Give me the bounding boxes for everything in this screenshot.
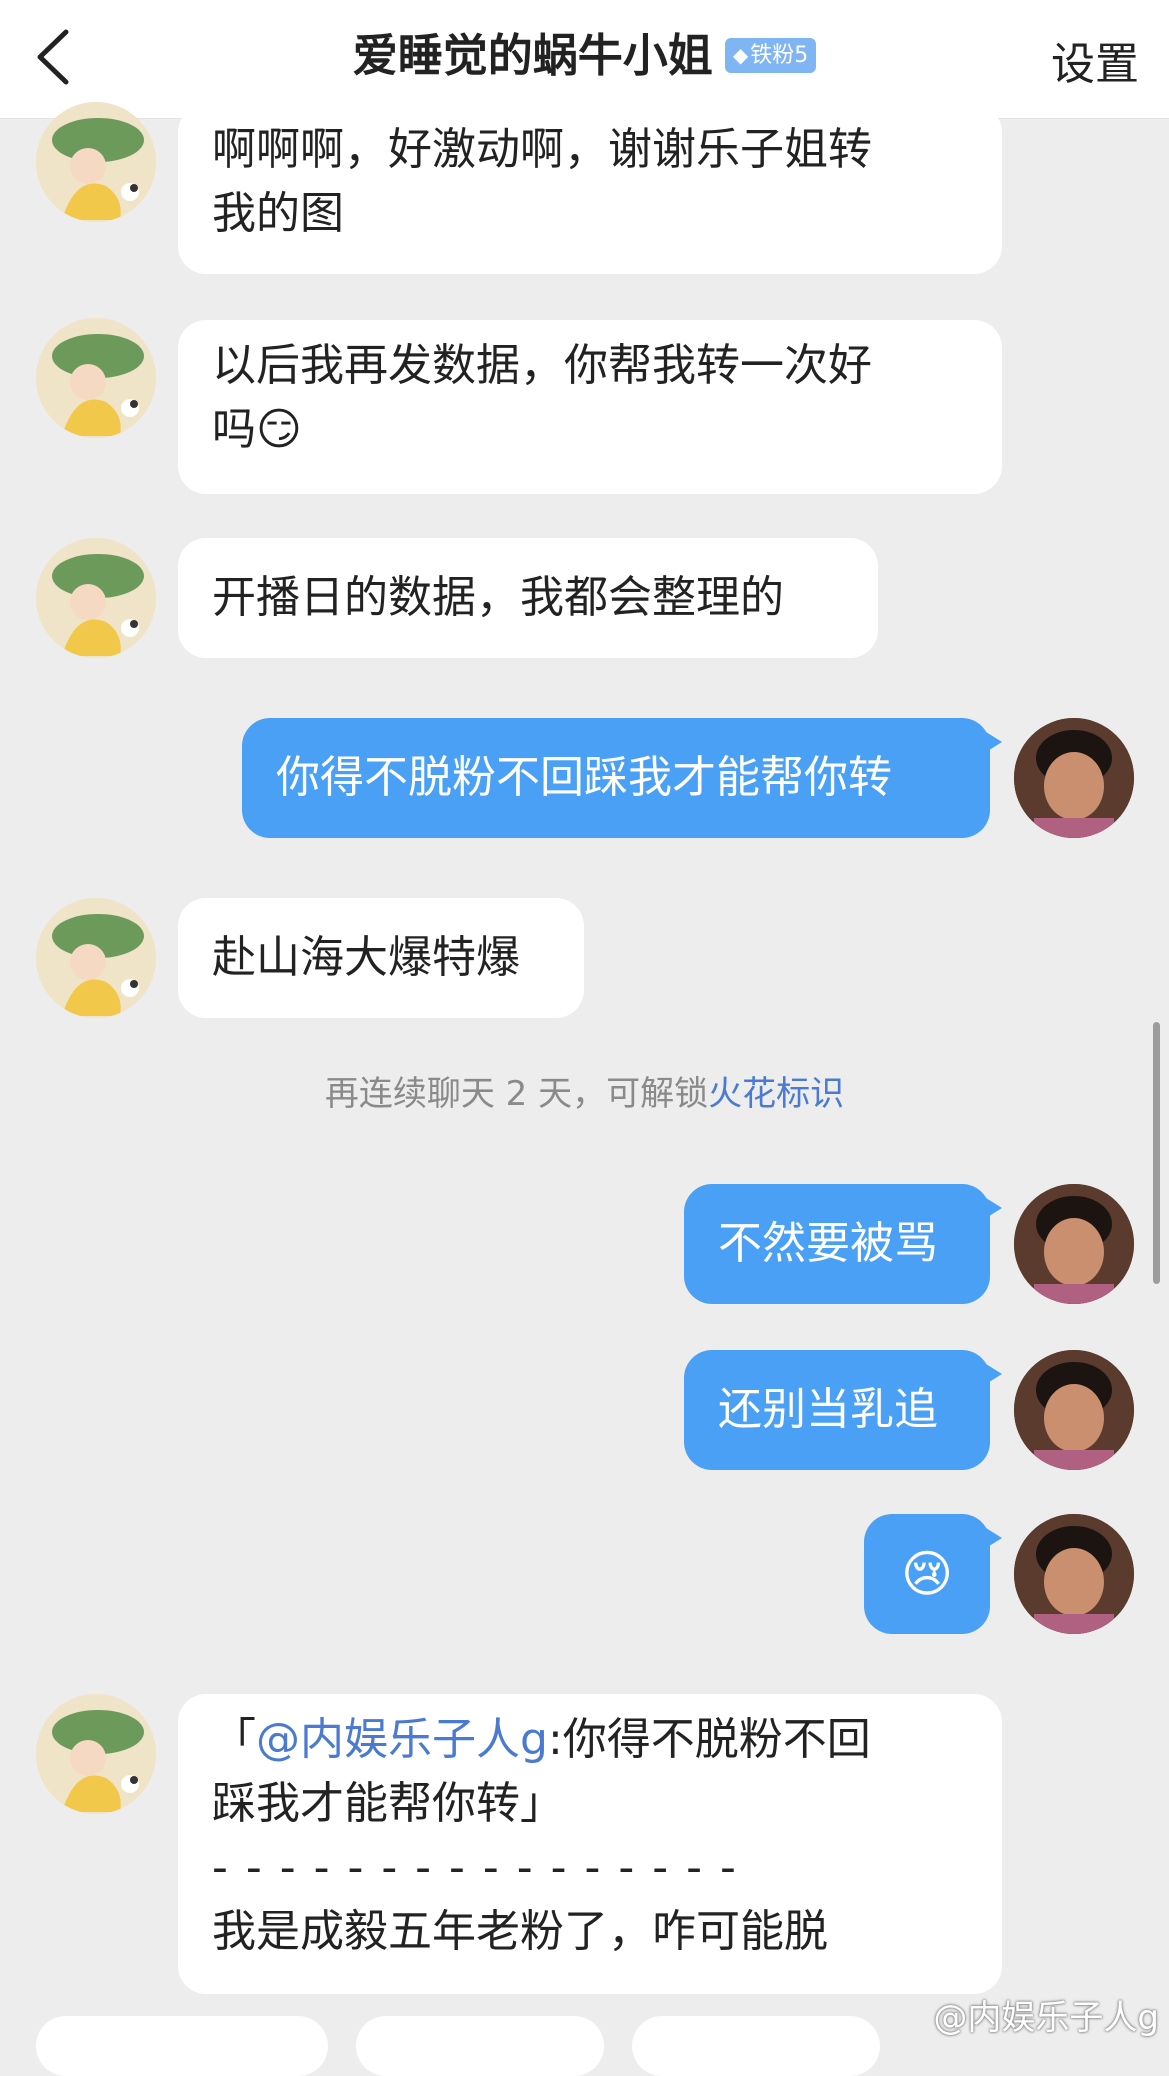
- girl-with-leaf-icon: [36, 318, 156, 438]
- diamond-icon: ◆: [732, 42, 749, 67]
- girl-with-leaf-icon: [36, 898, 156, 1018]
- crying-emoji-icon: 😢: [900, 1545, 954, 1603]
- contact-avatar[interactable]: [36, 102, 156, 222]
- message-bubble-outgoing[interactable]: 😢: [864, 1514, 1002, 1634]
- my-avatar[interactable]: [1014, 1514, 1134, 1634]
- boy-portrait-icon: [1014, 718, 1134, 838]
- quoted-message: 「@内娱乐子人g:你得不脱粉不回: [212, 1714, 871, 1765]
- quick-reply-chip[interactable]: [356, 2016, 604, 2076]
- my-avatar[interactable]: [1014, 1350, 1134, 1470]
- settings-button[interactable]: 设置: [1051, 28, 1139, 92]
- contact-avatar[interactable]: [36, 538, 156, 658]
- quick-reply-chip[interactable]: [632, 2016, 880, 2076]
- chat-header: 爱睡觉的蜗牛小姐 ◆铁粉5 设置: [0, 0, 1169, 119]
- chat-title-area: 爱睡觉的蜗牛小姐 ◆铁粉5: [0, 26, 1169, 86]
- girl-with-leaf-icon: [36, 538, 156, 658]
- fan-level-badge[interactable]: ◆铁粉5: [724, 37, 817, 73]
- boy-portrait-icon: [1014, 1350, 1134, 1470]
- chat-title: 爱睡觉的蜗牛小姐: [352, 29, 713, 82]
- girl-with-leaf-icon: [36, 1694, 156, 1814]
- quote-divider: - - - - - - - - - - - - - - - -: [212, 1842, 738, 1893]
- spark-badge-link[interactable]: 火花标识: [708, 1074, 844, 1114]
- message-bubble-outgoing[interactable]: 不然要被骂: [684, 1184, 1002, 1304]
- my-avatar[interactable]: [1014, 1184, 1134, 1304]
- quick-reply-chip[interactable]: [36, 2016, 328, 2076]
- boy-portrait-icon: [1014, 1184, 1134, 1304]
- smirk-emoji-icon: 😏: [256, 404, 302, 455]
- my-avatar[interactable]: [1014, 718, 1134, 838]
- contact-avatar[interactable]: [36, 898, 156, 1018]
- watermark: @内娱乐子人g: [933, 1998, 1159, 2038]
- message-bubble-incoming[interactable]: 开播日的数据，我都会整理的: [178, 538, 878, 658]
- girl-with-leaf-icon: [36, 102, 156, 222]
- message-bubble-incoming[interactable]: 以后我再发数据，你帮我转一次好 吗😏: [178, 320, 1002, 494]
- boy-portrait-icon: [1014, 1514, 1134, 1634]
- message-bubble-outgoing[interactable]: 还别当乳追: [684, 1350, 1002, 1470]
- scrollbar[interactable]: [1153, 1022, 1160, 1284]
- message-bubble-quote-reply[interactable]: 「@内娱乐子人g:你得不脱粉不回 踩我才能帮你转」 - - - - - - - …: [178, 1694, 1002, 1994]
- mention-link[interactable]: @内娱乐子人g: [256, 1714, 548, 1765]
- message-bubble-incoming[interactable]: 啊啊啊，好激动啊，谢谢乐子姐转 我的图: [178, 104, 1002, 274]
- message-bubble-incoming[interactable]: 赴山海大爆特爆: [178, 898, 584, 1018]
- contact-avatar[interactable]: [36, 1694, 156, 1814]
- contact-avatar[interactable]: [36, 318, 156, 438]
- system-notice: 再连续聊天 2 天，可解锁火花标识: [324, 1074, 845, 1114]
- message-bubble-outgoing[interactable]: 你得不脱粉不回踩我才能帮你转: [242, 718, 1002, 838]
